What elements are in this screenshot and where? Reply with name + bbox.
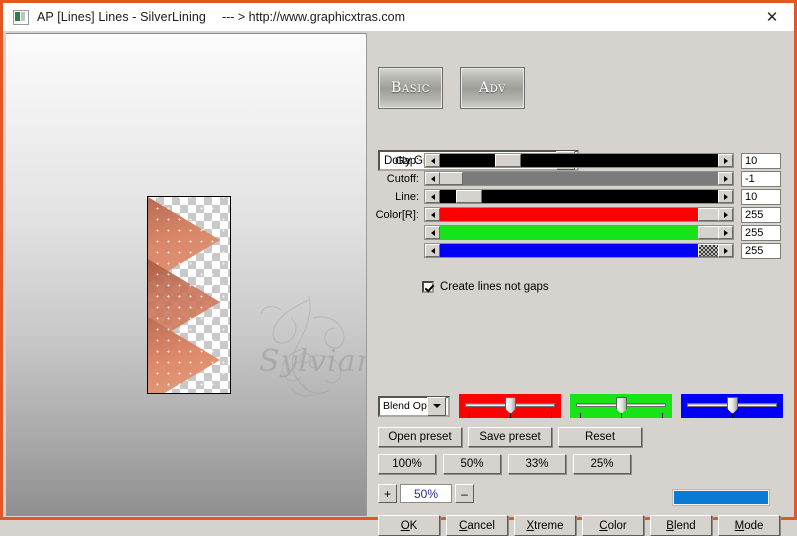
color-swatch[interactable]: [673, 490, 769, 505]
color-button[interactable]: Color: [582, 515, 644, 536]
zoom-100pct-button[interactable]: 100%: [378, 454, 436, 474]
slider-row-3: Color[R]:: [367, 207, 794, 222]
watermark-text: Sylviane: [259, 344, 366, 379]
cancel-button[interactable]: Cancel: [446, 515, 508, 536]
blend-slider-tick: [580, 413, 582, 418]
slider-0[interactable]: [424, 153, 734, 168]
tab-basic[interactable]: Basic: [378, 67, 443, 109]
open-preset-button[interactable]: Open preset: [378, 427, 462, 447]
slider-track-2[interactable]: [440, 190, 718, 203]
blend-slider-thumb-blue[interactable]: [727, 397, 738, 414]
slider-row-0: Gap:: [367, 153, 794, 168]
slider-track-4[interactable]: [440, 226, 718, 239]
blend-button[interactable]: Blend: [650, 515, 712, 536]
blend-slider-tick: [550, 413, 552, 418]
slider-thumb-1[interactable]: [440, 172, 463, 185]
close-icon[interactable]: ✕: [750, 3, 794, 31]
slider-value-5[interactable]: 255: [741, 243, 781, 259]
slider-label-0: Gap:: [395, 154, 419, 167]
blend-options-row: Blend Opti: [378, 394, 788, 418]
slider-right-arrow-icon-3[interactable]: [718, 208, 733, 221]
slider-label-1: Cutoff:: [386, 172, 419, 185]
slider-thumb-5[interactable]: [698, 244, 718, 257]
slider-4[interactable]: [424, 225, 734, 240]
window-title: AP [Lines] Lines - SilverLining: [37, 10, 206, 24]
slider-3[interactable]: [424, 207, 734, 222]
preview-pane[interactable]: Sylviane: [6, 33, 367, 516]
title-bar: AP [Lines] Lines - SilverLining --- > ht…: [3, 3, 794, 31]
slider-left-arrow-icon-3[interactable]: [425, 208, 440, 221]
tab-adv[interactable]: Adv: [460, 67, 525, 109]
application-window: AP [Lines] Lines - SilverLining --- > ht…: [0, 0, 797, 536]
save-preset-button[interactable]: Save preset: [468, 427, 552, 447]
blend-slider-tick: [772, 413, 774, 418]
slider-track-0[interactable]: [440, 154, 718, 167]
zoom-33pct-button[interactable]: 33%: [508, 454, 566, 474]
slider-left-arrow-icon-4[interactable]: [425, 226, 440, 239]
slider-track-1[interactable]: [440, 172, 718, 185]
mode-button[interactable]: Mode: [718, 515, 780, 536]
window-title-url: --- > http://www.graphicxtras.com: [221, 10, 405, 24]
chevron-down-icon[interactable]: [427, 396, 446, 416]
blend-slider-tick: [691, 413, 693, 418]
zoom-increase-button[interactable]: +: [378, 484, 397, 503]
slider-right-arrow-icon-5[interactable]: [718, 244, 733, 257]
controls-pane: Basic Adv Dotty Grid Gap: 10 Cutoff: -1 Line…: [367, 31, 794, 536]
slider-value-4[interactable]: 255: [741, 225, 781, 241]
slider-5[interactable]: [424, 243, 734, 258]
blend-slider-red[interactable]: [459, 394, 561, 418]
slider-right-arrow-icon-0[interactable]: [718, 154, 733, 167]
blend-options-label: Blend Opti: [383, 400, 427, 412]
slider-value-3[interactable]: 255: [741, 207, 781, 223]
preview-image[interactable]: [147, 196, 231, 394]
slider-value-0[interactable]: 10: [741, 153, 781, 169]
app-icon: [13, 9, 29, 25]
slider-track-5[interactable]: [440, 244, 718, 257]
slider-left-arrow-icon-1[interactable]: [425, 172, 440, 185]
preview-shape-3: [148, 317, 220, 393]
slider-label-3: Color[R]:: [375, 208, 419, 221]
slider-left-arrow-icon-2[interactable]: [425, 190, 440, 203]
slider-row-2: Line:: [367, 189, 794, 204]
slider-value-1[interactable]: -1: [741, 171, 781, 187]
create-lines-checkbox-label: Create lines not gaps: [440, 281, 549, 293]
window-content: Sylviane Basic Adv Dotty Grid Gap:10Cuto…: [3, 31, 794, 536]
slider-thumb-3[interactable]: [698, 208, 718, 221]
zoom-stepper: + 50% –: [378, 483, 474, 504]
slider-1[interactable]: [424, 171, 734, 186]
slider-left-arrow-icon-0[interactable]: [425, 154, 440, 167]
xtreme-button[interactable]: Xtreme: [514, 515, 576, 536]
blend-options-dropdown[interactable]: Blend Opti: [378, 395, 450, 417]
blend-slider-thumb-green[interactable]: [616, 397, 627, 414]
blend-slider-tick: [469, 413, 471, 418]
reset-button[interactable]: Reset: [558, 427, 642, 447]
blend-slider-tick: [661, 413, 663, 418]
slider-thumb-2[interactable]: [456, 190, 483, 203]
blend-slider-thumb-red[interactable]: [505, 397, 516, 414]
slider-row-5: [367, 243, 794, 258]
floral-flourish-icon: [260, 295, 345, 397]
blend-slider-green[interactable]: [570, 394, 672, 418]
slider-row-1: Cutoff:: [367, 171, 794, 186]
slider-value-2[interactable]: 10: [741, 189, 781, 205]
create-lines-checkbox[interactable]: [422, 281, 434, 293]
blend-slider-blue[interactable]: [681, 394, 783, 418]
slider-2[interactable]: [424, 189, 734, 204]
slider-label-2: Line:: [395, 190, 419, 203]
slider-track-3[interactable]: [440, 208, 718, 221]
slider-thumb-0[interactable]: [495, 154, 522, 167]
watermark: Sylviane: [251, 292, 366, 402]
slider-right-arrow-icon-2[interactable]: [718, 190, 733, 203]
create-lines-checkbox-row[interactable]: Create lines not gaps: [422, 281, 549, 293]
zoom-25pct-button[interactable]: 25%: [573, 454, 631, 474]
zoom-level-value: 50%: [400, 484, 452, 503]
slider-left-arrow-icon-5[interactable]: [425, 244, 440, 257]
slider-row-4: [367, 225, 794, 240]
zoom-decrease-button[interactable]: –: [455, 484, 474, 503]
slider-right-arrow-icon-1[interactable]: [718, 172, 733, 185]
slider-thumb-4[interactable]: [698, 226, 718, 239]
ok-button[interactable]: OK: [378, 515, 440, 536]
slider-right-arrow-icon-4[interactable]: [718, 226, 733, 239]
zoom-50pct-button[interactable]: 50%: [443, 454, 501, 474]
